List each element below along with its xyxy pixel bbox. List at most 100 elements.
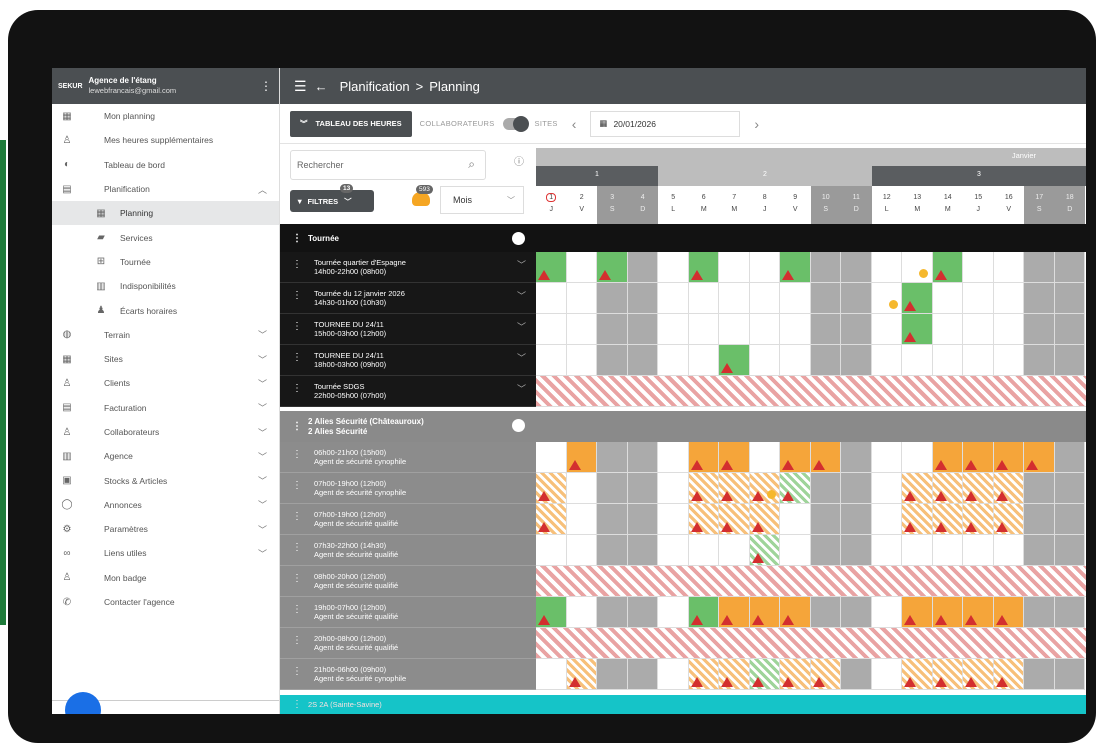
planning-cell[interactable] [627,504,658,535]
planning-cell[interactable] [566,442,597,473]
search-input[interactable]: Rechercher ⌕ [290,150,486,180]
sidebar-item-mon-planning[interactable]: ▦ Mon planning [52,104,279,128]
planning-cell[interactable] [841,659,872,690]
planning-cell[interactable] [1024,659,1055,690]
planning-cell[interactable] [536,314,567,345]
sidebar-item-heures-sup[interactable]: ♙ Mes heures supplémentaires [52,128,279,152]
planning-cell[interactable] [719,345,750,376]
row-label[interactable]: ⋮ Tournée quartier d'Espagne 14h00-22h00 (… [280,252,536,283]
group-row-sainte-savine[interactable]: ⋮ 2S 2A (Sainte-Savine) [280,695,1086,714]
planning-cell[interactable] [993,504,1024,535]
planning-cell[interactable] [963,597,994,628]
planning-cell[interactable] [902,252,933,283]
next-arrow-icon[interactable]: › [754,116,759,132]
planning-cell[interactable] [536,473,567,504]
sidebar-item-tableau-de-bord[interactable]: ◐ Tableau de bord [52,153,279,177]
planning-cell[interactable] [749,442,780,473]
planning-cell[interactable] [719,659,750,690]
chevron-down-icon[interactable]: ﹀ [517,323,526,332]
sidebar-item-mon-badge[interactable]: ♙ Mon badge [52,566,279,590]
day-header[interactable]: 13 M [902,186,933,224]
planning-cell[interactable] [627,345,658,376]
planning-cell[interactable] [688,504,719,535]
planning-cell[interactable] [841,252,872,283]
planning-cell[interactable] [993,659,1024,690]
day-header[interactable]: 9V [780,186,811,224]
planning-cell[interactable] [810,535,841,566]
day-header[interactable]: 17 S [1024,186,1055,224]
planning-cell[interactable] [1054,345,1085,376]
row-label[interactable]: ⋮ 07h00-19h00 (12h00) Agent de sécurité cy… [280,473,536,504]
planning-cell[interactable] [749,314,780,345]
planning-cell[interactable] [597,504,628,535]
planning-cell[interactable] [688,283,719,314]
planning-cell[interactable] [810,314,841,345]
planning-cell[interactable] [627,442,658,473]
planning-cell[interactable] [719,314,750,345]
planning-cell[interactable] [780,504,811,535]
planning-cell[interactable] [841,314,872,345]
planning-cell[interactable] [566,597,597,628]
sidebar-item-facturation[interactable]: ▤ Facturation ﹀ [52,396,279,420]
drag-handle-icon[interactable]: ⋮ [292,574,302,584]
planning-cell[interactable] [627,283,658,314]
sidebar-item-terrain[interactable]: ◍ Terrain ﹀ [52,323,279,347]
planning-cell[interactable] [1024,504,1055,535]
planning-cell[interactable] [932,597,963,628]
planning-cell[interactable] [932,345,963,376]
planning-cell[interactable] [932,252,963,283]
planning-cell[interactable] [780,535,811,566]
planning-cell[interactable] [536,597,567,628]
planning-cell[interactable] [871,473,902,504]
planning-cell[interactable] [597,283,628,314]
planning-cell[interactable] [810,597,841,628]
day-header[interactable]: 10 S [810,186,841,224]
day-header[interactable]: 16 V [994,186,1025,224]
planning-cell[interactable] [597,597,628,628]
sidebar-item-agence[interactable]: ▥ Agence ﹀ [52,444,279,468]
planning-cell[interactable] [902,283,933,314]
planning-cell[interactable] [597,473,628,504]
planning-cell[interactable] [932,535,963,566]
planning-cell[interactable] [841,535,872,566]
row-label[interactable]: ⋮ Tournée du 12 janvier 2026 14h30-01h00 (… [280,283,536,314]
row-label[interactable]: ⋮ Tournée SDGS 22h00-05h00 (07h00) ﹀ [280,376,536,407]
chevron-down-icon[interactable]: ﹀ [517,261,526,270]
planning-cell[interactable] [902,597,933,628]
planning-cell[interactable] [627,659,658,690]
day-header[interactable]: 4D [627,186,658,224]
planning-cell[interactable] [993,252,1024,283]
pie-chart-icon[interactable] [512,232,525,245]
planning-cell[interactable] [963,504,994,535]
planning-cell[interactable] [627,473,658,504]
planning-cell[interactable] [688,473,719,504]
planning-cell[interactable] [993,283,1024,314]
planning-cell[interactable] [993,473,1024,504]
planning-cell[interactable] [658,314,689,345]
planning-cell[interactable] [902,473,933,504]
planning-cell[interactable] [658,283,689,314]
planning-cell[interactable] [993,442,1024,473]
planning-cell[interactable] [597,345,628,376]
planning-cell[interactable] [780,314,811,345]
planning-cell[interactable] [566,345,597,376]
row-label[interactable]: ⋮ TOURNEE DU 24/11 18h00-03h00 (09h00) ﹀ [280,345,536,376]
planning-cell[interactable] [1024,252,1055,283]
planning-cell[interactable] [627,535,658,566]
planning-cell[interactable] [932,314,963,345]
planning-cell[interactable] [841,442,872,473]
planning-cell[interactable] [536,442,567,473]
planning-cell[interactable] [597,442,628,473]
sidebar-item-annonces[interactable]: ◯ Annonces ﹀ [52,493,279,517]
planning-cell[interactable] [627,252,658,283]
planning-cell[interactable] [1054,314,1085,345]
back-arrow-icon[interactable]: ← [315,79,328,94]
row-label[interactable]: ⋮ 19h00-07h00 (12h00) Agent de sécurité qu… [280,597,536,628]
sidebar-item-parametres[interactable]: ⚙ Paramètres ﹀ [52,517,279,541]
day-header[interactable]: 12 L [872,186,903,224]
planning-cell[interactable] [1054,442,1085,473]
planning-cell[interactable] [871,442,902,473]
planning-cell[interactable] [1054,283,1085,314]
planning-cell[interactable] [719,597,750,628]
day-header[interactable]: 7M [719,186,750,224]
